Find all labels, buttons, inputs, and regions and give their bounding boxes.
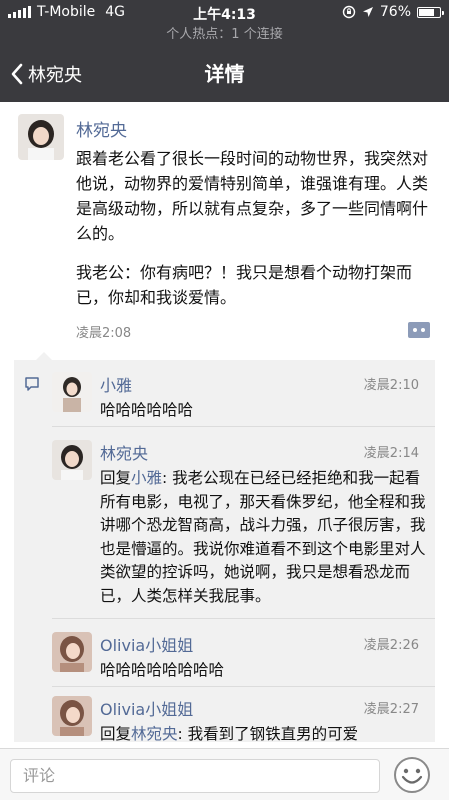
reply-body: : 我老公现在已经已经拒绝和我一起看所有电影，电视了，那天看侏罗纪，他全程和我讲… [100,469,426,605]
network-type: 4G [105,4,126,20]
status-bar: T-Mobile 4G 上午4:13 76% [0,0,449,24]
mention-link[interactable]: 小雅 [131,469,162,487]
back-button[interactable]: 林宛央 [10,46,82,102]
commenter-avatar[interactable] [52,632,92,672]
divider [52,686,435,687]
post-time: 凌晨2:08 [76,326,132,341]
comment-text: 回复小雅: 我老公现在已经已经拒绝和我一起看所有电影，电视了，那天看侏罗纪，他全… [100,467,430,608]
reply-prefix: 回复 [100,469,132,487]
chevron-left-icon [11,63,23,85]
commenter-name[interactable]: Olivia小姐姐 [100,632,193,656]
comment-time: 凌晨2:26 [363,638,419,653]
divider [52,426,435,427]
divider [52,618,435,619]
back-label: 林宛央 [28,65,82,86]
mention-link[interactable]: 林宛央 [131,725,178,743]
author-avatar[interactable] [18,114,64,160]
post-paragraph: 我老公：你有病吧？！我只是想看个动物打架而已，你却和我谈爱情。 [76,263,413,307]
signal-strength-icon [8,6,31,18]
commenter-name[interactable]: 小雅 [100,372,132,396]
reply-prefix: 回复 [100,725,132,743]
carrier-name: T-Mobile [37,4,96,20]
post-content: 跟着老公看了很长一段时间的动物世界，我突然对他说，动物界的爱情特别简单，谁强谁有… [76,146,434,310]
reply-body: : 我看到了钢铁直男的可爱 [177,725,359,743]
comment-text: 回复林宛央: 我看到了钢铁直男的可爱 [100,723,430,743]
more-options-icon[interactable] [408,322,430,338]
commenter-avatar[interactable] [52,372,92,412]
post-author-name[interactable]: 林宛央 [76,116,127,141]
location-arrow-icon [362,7,373,17]
battery-percent: 76% [379,4,411,20]
rotation-lock-icon [342,5,356,19]
post-paragraph: 跟着老公看了很长一段时间的动物世界，我突然对他说，动物界的爱情特别简单，谁强谁有… [76,149,429,243]
battery-icon [417,6,444,18]
commenter-name[interactable]: 林宛央 [100,440,148,464]
navbar: 林宛央 详情 [0,46,449,102]
panel-caret [36,352,52,360]
comment-text: 哈哈哈哈哈哈 [100,401,194,419]
comment-text: 哈哈哈哈哈哈哈哈 [100,661,225,679]
comment-icon [25,377,39,391]
hotspot-banner[interactable]: 个人热点：1 个连接 [0,24,449,46]
comment-input[interactable]: 评论 [10,759,380,793]
commenter-avatar[interactable] [52,696,92,736]
emoji-icon[interactable] [392,755,432,795]
comment-time: 凌晨2:27 [363,702,419,717]
comment-time: 凌晨2:14 [363,446,419,461]
comments-panel: 小雅 凌晨2:10 哈哈哈哈哈哈 林宛央 凌晨2:14 回复小雅: 我老公现在已… [14,352,435,743]
commenter-name[interactable]: Olivia小姐姐 [100,696,193,720]
comment-bar: 评论 [0,748,449,800]
header: T-Mobile 4G 上午4:13 76% 个人热点：1 个连接 林宛央 详情 [0,0,449,102]
commenter-avatar[interactable] [52,440,92,480]
comment-time: 凌晨2:10 [363,378,419,393]
battery-fill [419,8,435,16]
